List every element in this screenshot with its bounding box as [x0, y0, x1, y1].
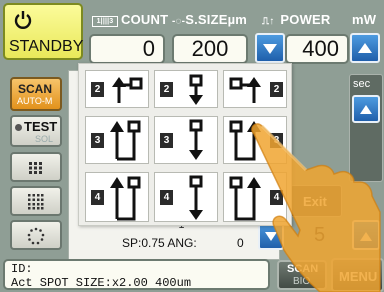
arrow-down-square-icon — [189, 119, 203, 160]
test-label: TEST — [24, 119, 58, 134]
power-decrease-button[interactable] — [255, 33, 285, 63]
scan-bio-sub-label: BIO — [293, 276, 311, 287]
pattern-option-3-up-square[interactable]: 3 — [85, 116, 149, 164]
pattern-number: 4 — [270, 190, 283, 205]
pattern-select-popup: 2 2 2 3 3 3 4 4 4 — [78, 63, 292, 226]
scan-mode-button[interactable]: SCAN AUTO-M — [10, 77, 62, 111]
standby-button[interactable]: STANDBY — [3, 3, 83, 60]
pattern-circle-button[interactable] — [10, 220, 62, 250]
arrow-up-square-icon — [112, 77, 143, 103]
power-icon — [14, 11, 32, 29]
square-arrow-up-icon — [229, 120, 261, 161]
ang-value: 0 — [237, 236, 244, 250]
pattern-option-3-square-up[interactable]: 3 — [223, 116, 287, 164]
status-id-line: ID: — [11, 262, 33, 276]
triangle-up-icon — [360, 232, 372, 241]
spot-size-header: -◌-S.SIZEµm — [172, 12, 247, 27]
pattern-number: 3 — [91, 133, 104, 148]
scan-bio-label: SCAN — [287, 263, 319, 275]
pattern-option-4-down-square[interactable]: 4 — [154, 172, 218, 222]
test-sub-label: SOL — [35, 134, 54, 144]
power-unit: mW — [352, 12, 377, 27]
status-spot-size-line: Act SPOT SIZE:x2.00 400um — [11, 276, 192, 290]
count-header: 1||||3 COUNT — [92, 12, 168, 27]
power-label: POWER — [280, 12, 331, 27]
triangle-down-icon — [263, 44, 277, 54]
square-arrow-up-icon — [229, 176, 261, 221]
power-value-field[interactable]: 400 — [285, 34, 349, 64]
pattern-3x3-button[interactable] — [10, 152, 62, 182]
pattern-number: 4 — [91, 190, 104, 205]
pattern-option-4-up-square[interactable]: 4 — [85, 172, 149, 222]
pattern-option-2-square-up[interactable]: 2 — [223, 70, 287, 108]
standby-label: STANDBY — [9, 38, 84, 55]
square-arrow-up-icon — [229, 77, 261, 103]
count-label: COUNT — [121, 12, 169, 27]
test-button[interactable]: TEST SOL — [10, 115, 62, 147]
scan-mode-sub-label: AUTO-M — [17, 96, 53, 106]
spot-size-icon: -◌- — [172, 16, 186, 27]
pattern-option-4-square-up[interactable]: 4 — [223, 172, 287, 222]
pattern-4x4-button[interactable] — [10, 186, 62, 216]
dot-circle-icon — [27, 227, 45, 245]
status-bar: ID: Act SPOT SIZE:x2.00 400um — [3, 259, 270, 290]
pattern-number: 3 — [270, 133, 283, 148]
arrow-up-square-icon — [110, 120, 141, 161]
pattern-number: 2 — [91, 82, 104, 97]
pattern-number: 2 — [270, 82, 283, 97]
power-increase-button[interactable] — [350, 33, 380, 63]
triangle-down-icon — [265, 232, 277, 241]
menu-label: MENU — [339, 269, 378, 284]
pattern-option-2-up-square[interactable]: 2 — [85, 70, 149, 108]
spot-size-label: S.SIZEµm — [185, 12, 248, 27]
duration-increase-button[interactable] — [352, 95, 380, 123]
dot-grid-3x3-icon — [29, 162, 42, 174]
value-increase-button[interactable] — [352, 220, 380, 250]
pattern-number: 3 — [160, 133, 173, 148]
arrow-up-square-icon — [110, 176, 141, 221]
pattern-number: 4 — [160, 190, 173, 205]
pattern-option-3-down-square[interactable]: 3 — [154, 116, 218, 164]
partial-value: 5 — [314, 224, 326, 246]
pattern-number: 2 — [160, 82, 173, 97]
test-indicator-icon — [15, 124, 22, 131]
duration-panel: sec — [349, 74, 383, 182]
count-value-field: 0 — [89, 34, 165, 64]
pattern-option-2-down-square[interactable]: 2 — [154, 70, 218, 108]
exit-button[interactable]: Exit — [290, 185, 342, 217]
scan-mode-label: SCAN — [18, 82, 53, 96]
spot-size-value-field[interactable]: 200 — [172, 34, 248, 64]
dot-grid-4x4-icon — [28, 194, 44, 210]
menu-button[interactable]: MENU — [331, 258, 384, 292]
triangle-up-icon — [358, 43, 372, 53]
power-header: ⎍↑ POWER — [262, 12, 331, 27]
counter-icon: 1||||3 — [92, 16, 118, 27]
exit-label: Exit — [303, 194, 327, 209]
sp-ang-text: SP:0.75 ANG: — [122, 236, 197, 250]
arrow-down-square-icon — [189, 175, 203, 220]
triangle-up-icon — [360, 105, 372, 114]
arrow-down-square-icon — [189, 74, 203, 105]
scan-bio-button[interactable]: SCAN BIO — [277, 260, 327, 290]
sec-label: sec — [353, 78, 371, 90]
power-level-icon: ⎍↑ — [262, 16, 275, 27]
